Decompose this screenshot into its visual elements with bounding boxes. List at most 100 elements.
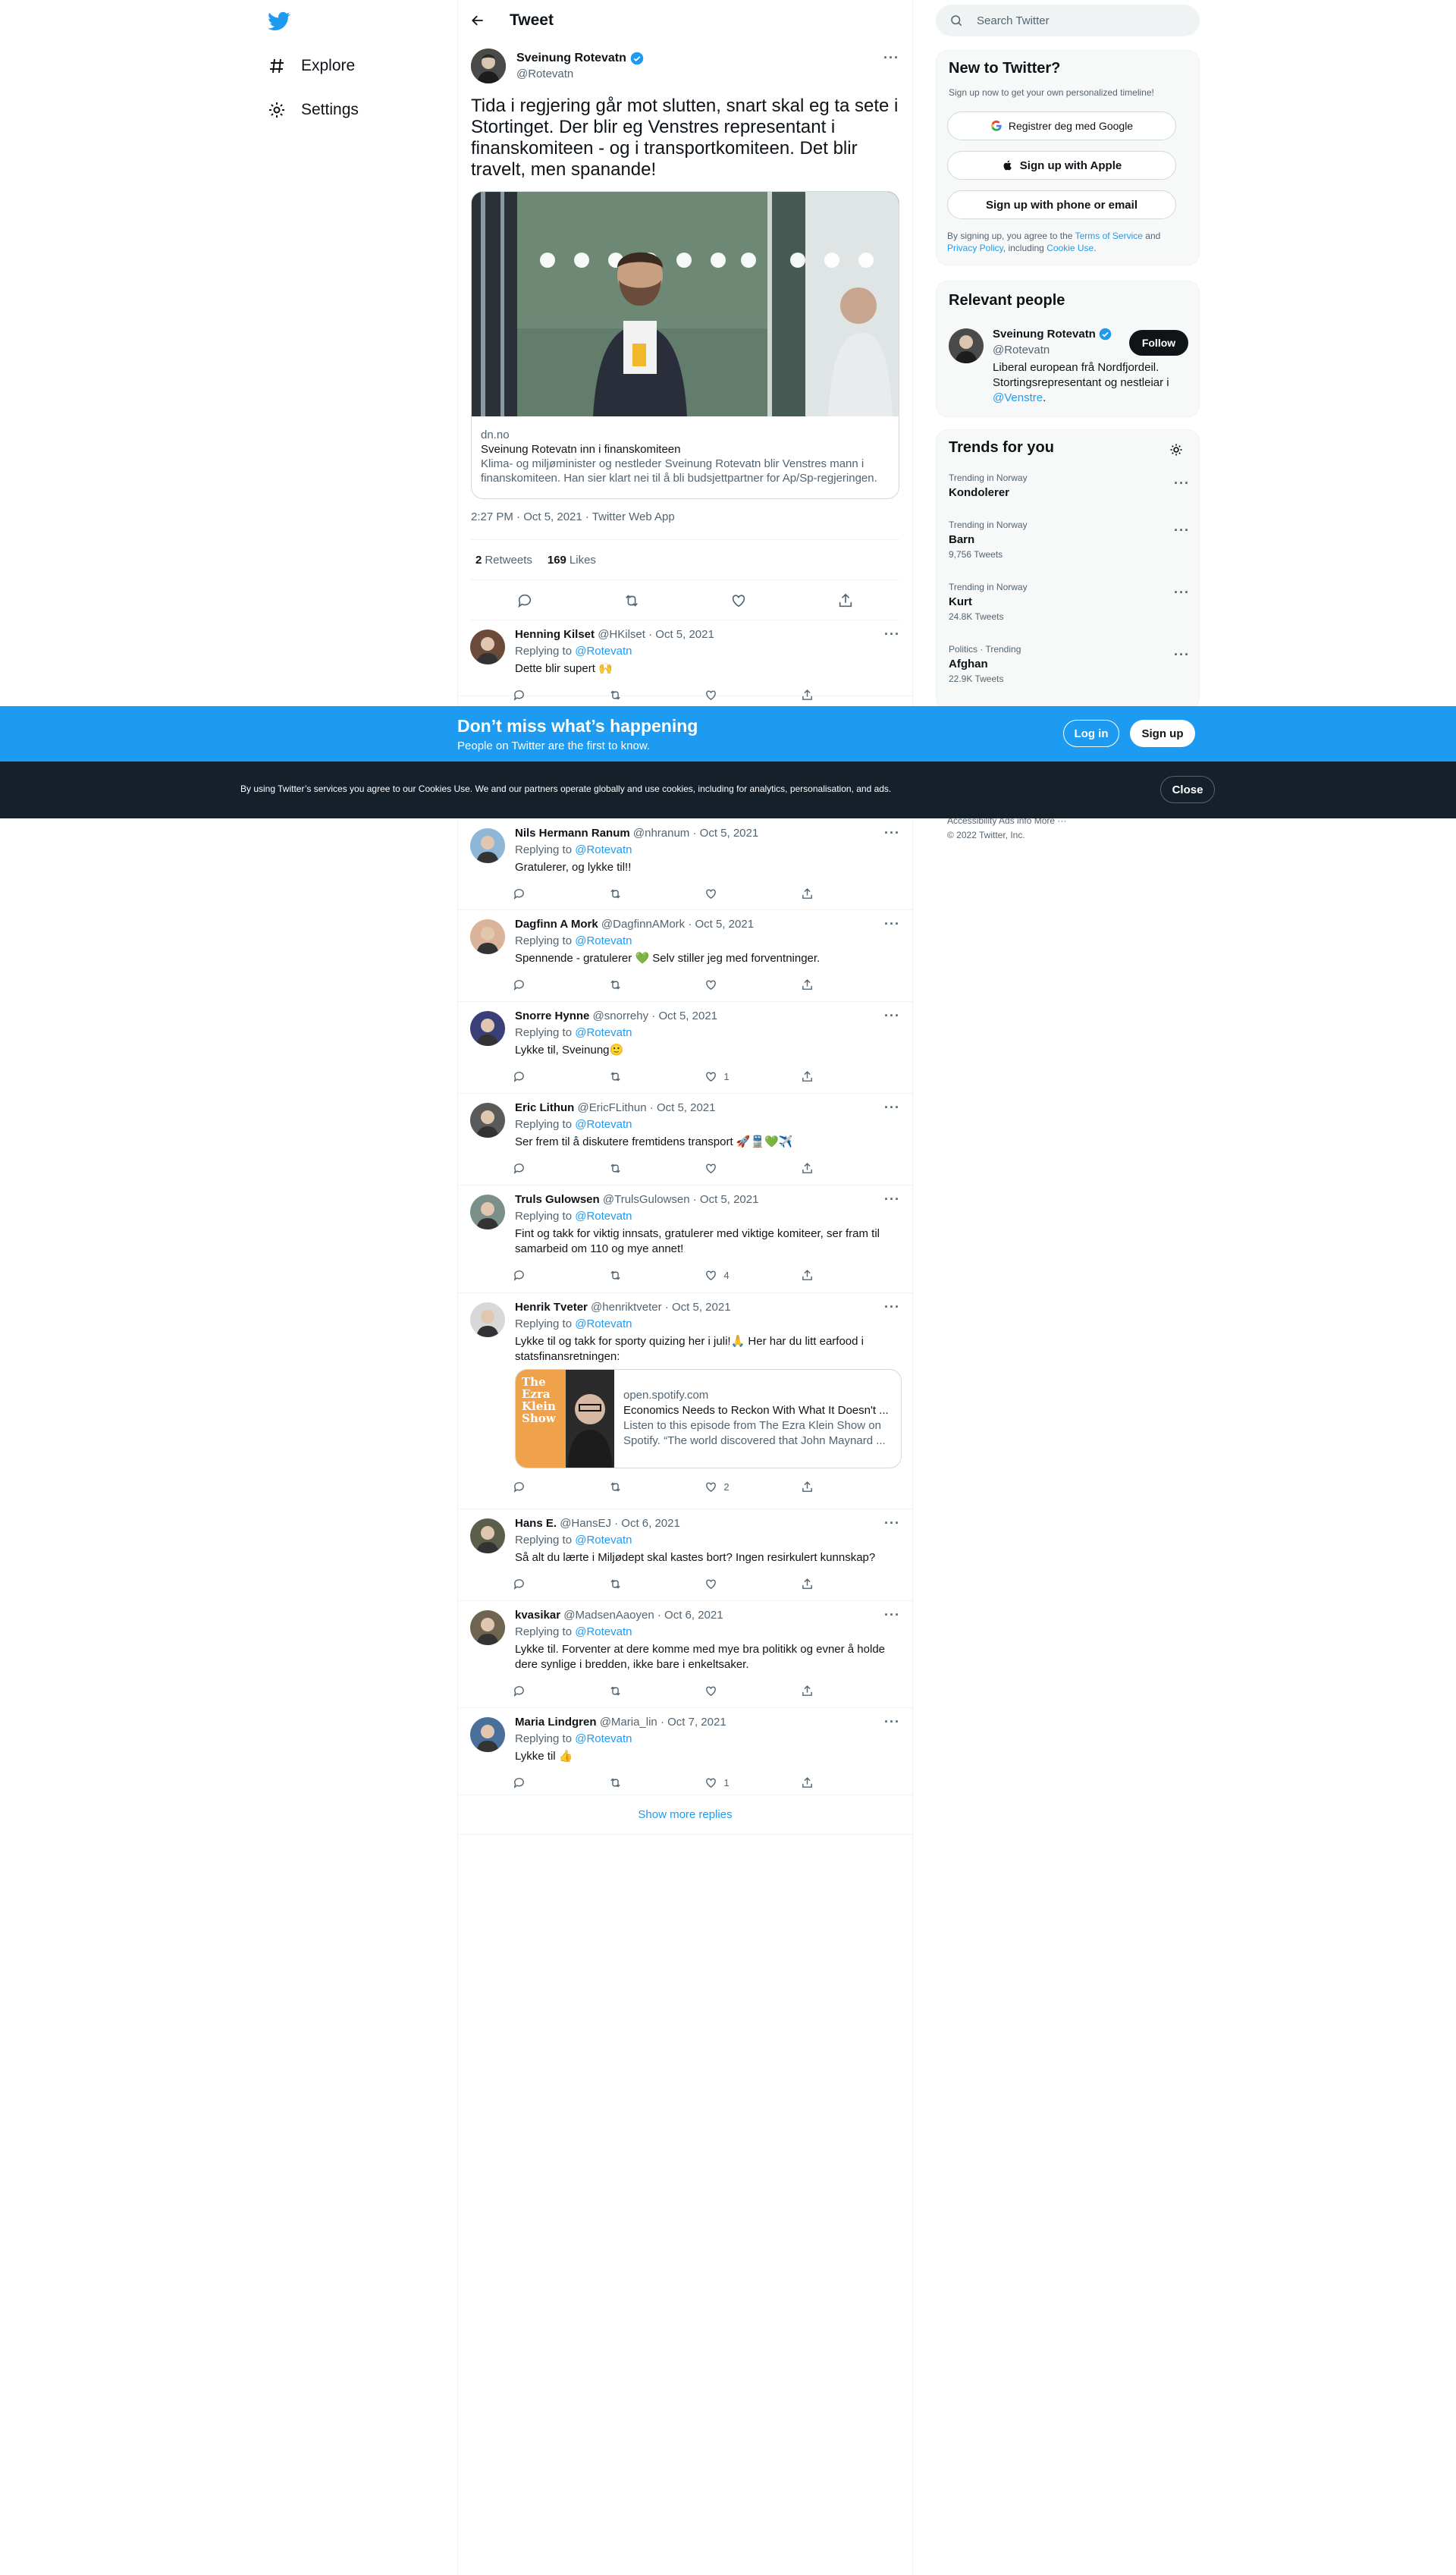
- replying-to-handle[interactable]: @Rotevatn: [575, 1210, 632, 1223]
- reply-button[interactable]: [513, 1683, 558, 1698]
- more-options-icon[interactable]: ···: [884, 1100, 900, 1116]
- reply-author-handle[interactable]: @nhranum: [633, 827, 689, 840]
- reply-item[interactable]: Eric Lithun @EricFLithun · Oct 5, 2021 R…: [458, 1094, 912, 1185]
- reply-button[interactable]: [513, 1775, 558, 1790]
- replying-to-handle[interactable]: @Rotevatn: [575, 645, 632, 658]
- more-options-icon[interactable]: ···: [1174, 647, 1190, 663]
- reply-item[interactable]: Hans E. @HansEJ · Oct 6, 2021 Replying t…: [458, 1509, 912, 1601]
- reply-author-name[interactable]: Hans E.: [515, 1517, 557, 1530]
- more-options-icon[interactable]: ···: [884, 1192, 900, 1207]
- trends-settings-icon[interactable]: [1169, 442, 1184, 457]
- share-button[interactable]: [801, 687, 846, 702]
- share-button[interactable]: [801, 1775, 846, 1790]
- retweet-button[interactable]: [609, 1479, 654, 1494]
- venstre-link[interactable]: @Venstre: [993, 391, 1043, 404]
- reply-item[interactable]: Dagfinn A Mork @DagfinnAMork · Oct 5, 20…: [458, 910, 912, 1002]
- replying-to-handle[interactable]: @Rotevatn: [575, 1732, 632, 1745]
- share-button[interactable]: [801, 1267, 846, 1283]
- avatar[interactable]: [470, 919, 505, 954]
- retweet-button[interactable]: [609, 1576, 654, 1591]
- avatar[interactable]: [470, 1103, 505, 1138]
- relevant-handle[interactable]: @Rotevatn: [993, 344, 1050, 356]
- reply-author-handle[interactable]: @HansEJ: [560, 1517, 611, 1530]
- nav-explore[interactable]: Explore: [268, 48, 355, 84]
- retweets-stat[interactable]: 2 Retweets: [475, 554, 532, 567]
- trend-item[interactable]: Trending in Norway Barn 9,756 Tweets ···: [949, 520, 1190, 560]
- reply-author-name[interactable]: Henning Kilset: [515, 628, 595, 641]
- more-options-icon[interactable]: ···: [884, 1008, 900, 1024]
- reply-button[interactable]: [513, 886, 558, 901]
- terms-link[interactable]: Terms of Service: [1075, 231, 1143, 241]
- replying-to-handle[interactable]: @Rotevatn: [575, 1625, 632, 1638]
- reply-author-name[interactable]: Snorre Hynne: [515, 1010, 589, 1022]
- reply-button[interactable]: [513, 1576, 558, 1591]
- replying-to-handle[interactable]: @Rotevatn: [575, 843, 632, 856]
- reply-date[interactable]: · Oct 6, 2021: [614, 1517, 680, 1530]
- cookie-use-link[interactable]: Cookie Use: [1046, 243, 1094, 253]
- like-button[interactable]: 2: [704, 1479, 750, 1494]
- reply-author-name[interactable]: Henrik Tveter: [515, 1301, 588, 1314]
- like-button[interactable]: [704, 687, 750, 702]
- follow-button[interactable]: Follow: [1129, 330, 1188, 356]
- more-options-icon[interactable]: ···: [884, 1714, 900, 1730]
- avatar[interactable]: [471, 49, 506, 83]
- reply-author-handle[interactable]: @snorrehy: [593, 1010, 649, 1022]
- share-button[interactable]: [801, 1576, 846, 1591]
- reply-item[interactable]: Snorre Hynne @snorrehy · Oct 5, 2021 Rep…: [458, 1002, 912, 1094]
- reply-item[interactable]: Maria Lindgren @Maria_lin · Oct 7, 2021 …: [458, 1708, 912, 1795]
- replying-to-handle[interactable]: @Rotevatn: [575, 934, 632, 947]
- trend-item[interactable]: Politics · Trending Afghan 22.9K Tweets …: [949, 644, 1190, 684]
- google-signup-button[interactable]: Registrer deg med Google: [947, 111, 1176, 140]
- retweet-icon[interactable]: [623, 592, 640, 609]
- author-name[interactable]: Sveinung Rotevatn: [516, 52, 626, 65]
- reply-button[interactable]: [513, 687, 558, 702]
- more-options-icon[interactable]: ···: [1174, 523, 1190, 539]
- reply-date[interactable]: · Oct 5, 2021: [651, 1010, 717, 1022]
- reply-author-handle[interactable]: @DagfinnAMork: [601, 918, 685, 931]
- avatar[interactable]: [470, 1195, 505, 1229]
- relevant-name[interactable]: Sveinung Rotevatn: [993, 328, 1096, 341]
- more-options-icon[interactable]: ···: [884, 1515, 900, 1531]
- reply-button[interactable]: [513, 1267, 558, 1283]
- more-options-icon[interactable]: ···: [884, 1607, 900, 1623]
- replying-to-handle[interactable]: @Rotevatn: [575, 1317, 632, 1330]
- trend-item[interactable]: Trending in Norway Kurt 24.8K Tweets ···: [949, 582, 1190, 622]
- retweet-button[interactable]: [609, 1160, 654, 1176]
- tweet-timestamp[interactable]: 2:27 PM · Oct 5, 2021 · Twitter Web App: [471, 510, 675, 523]
- author-handle[interactable]: @Rotevatn: [516, 68, 573, 80]
- reply-author-handle[interactable]: @Maria_lin: [600, 1716, 657, 1729]
- back-arrow-icon[interactable]: [470, 13, 485, 28]
- like-button[interactable]: [704, 1683, 750, 1698]
- reply-date[interactable]: · Oct 6, 2021: [657, 1609, 723, 1622]
- phone-email-signup-button[interactable]: Sign up with phone or email: [947, 190, 1176, 219]
- avatar[interactable]: [949, 328, 984, 363]
- more-options-icon[interactable]: ···: [1174, 476, 1190, 491]
- trend-item[interactable]: Trending in Norway Kondolerer ···: [949, 473, 1190, 502]
- avatar[interactable]: [470, 1302, 505, 1337]
- show-more-replies-button[interactable]: Show more replies: [458, 1795, 912, 1835]
- avatar[interactable]: [470, 630, 505, 664]
- nav-settings[interactable]: Settings: [268, 92, 359, 128]
- login-button[interactable]: Log in: [1063, 720, 1119, 747]
- retweet-button[interactable]: [609, 1683, 654, 1698]
- like-button[interactable]: 4: [704, 1267, 750, 1283]
- apple-signup-button[interactable]: Sign up with Apple: [947, 151, 1176, 180]
- reply-author-handle[interactable]: @TrulsGulowsen: [603, 1193, 690, 1206]
- reply-author-handle[interactable]: @henriktveter: [591, 1301, 662, 1314]
- reply-icon[interactable]: [516, 592, 533, 609]
- reply-author-name[interactable]: Eric Lithun: [515, 1101, 574, 1114]
- reply-author-name[interactable]: Maria Lindgren: [515, 1716, 597, 1729]
- like-button[interactable]: [704, 1160, 750, 1176]
- twitter-logo-icon[interactable]: [267, 10, 291, 33]
- reply-item[interactable]: kvasikar @MadsenAaoyen · Oct 6, 2021 Rep…: [458, 1601, 912, 1708]
- share-button[interactable]: [801, 1479, 846, 1494]
- more-options-icon[interactable]: ···: [884, 1299, 900, 1315]
- link-card[interactable]: dn.no Sveinung Rotevatn inn i finanskomi…: [471, 191, 899, 499]
- privacy-link[interactable]: Privacy Policy: [947, 243, 1003, 253]
- replying-to-handle[interactable]: @Rotevatn: [575, 1534, 632, 1547]
- reply-author-handle[interactable]: @MadsenAaoyen: [563, 1609, 654, 1622]
- reply-button[interactable]: [513, 1479, 558, 1494]
- share-button[interactable]: [801, 886, 846, 901]
- reply-date[interactable]: · Oct 5, 2021: [692, 827, 758, 840]
- reply-author-name[interactable]: Dagfinn A Mork: [515, 918, 598, 931]
